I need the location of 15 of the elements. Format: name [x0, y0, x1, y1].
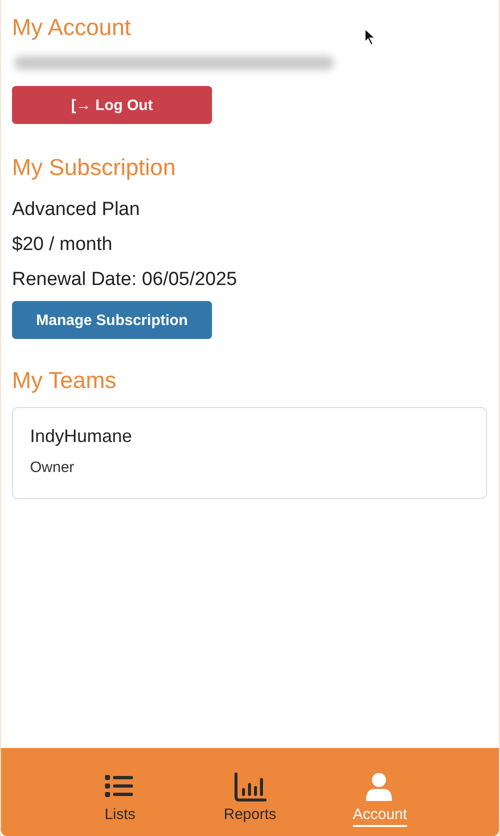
section-heading: My Teams [12, 366, 116, 395]
bar-chart-icon [233, 772, 267, 802]
team-card[interactable]: IndyHumane Owner [12, 407, 487, 499]
plan-name: Advanced Plan [12, 198, 140, 222]
section-heading: My Subscription [12, 153, 176, 182]
plan-price: $20 / month [12, 233, 112, 257]
team-role: Owner [30, 459, 76, 476]
cursor-icon [364, 28, 376, 46]
manage-subscription-button[interactable]: Manage Subscription [12, 301, 212, 339]
team-name: IndyHumane [30, 426, 134, 447]
nav-tab[interactable]: Reports [205, 772, 295, 827]
renewal-date: Renewal Date: 06/05/2025 [12, 268, 237, 292]
section-heading: My Account [12, 13, 131, 42]
logout-button[interactable]: [→ Log Out [12, 86, 212, 124]
nav-tab[interactable]: Lists [75, 772, 165, 827]
